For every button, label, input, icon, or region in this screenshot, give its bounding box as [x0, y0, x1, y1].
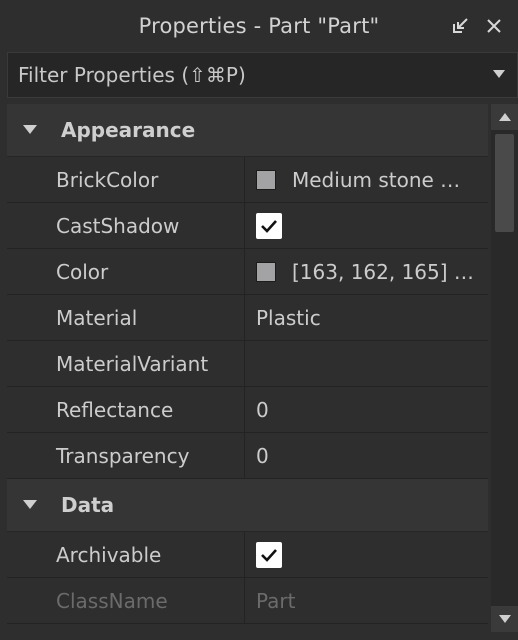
property-value[interactable] — [245, 532, 488, 577]
color-swatch[interactable] — [256, 261, 276, 282]
section-label: Appearance — [61, 118, 196, 142]
property-value-text: [163, 162, 165] … — [292, 259, 474, 284]
property-name: Material — [7, 295, 245, 340]
property-name: CastShadow — [7, 203, 245, 248]
property-value-text: Medium stone … — [292, 167, 461, 192]
collapse-triangle-icon[interactable] — [23, 500, 37, 510]
property-value[interactable] — [245, 203, 488, 248]
filter-properties-input[interactable]: Filter Properties (⇧⌘P) — [7, 52, 518, 98]
property-name: Color — [7, 249, 245, 294]
property-name: ClassName — [7, 578, 245, 623]
close-icon[interactable] — [484, 16, 504, 36]
property-row-brickcolor[interactable]: BrickColor Medium stone … — [7, 157, 488, 203]
section-data[interactable]: Data — [7, 479, 488, 532]
property-name: BrickColor — [7, 157, 245, 202]
color-swatch[interactable] — [256, 169, 276, 190]
vertical-scrollbar[interactable] — [491, 104, 518, 632]
scroll-up-button[interactable] — [491, 104, 518, 130]
property-row-classname: ClassName Part — [7, 578, 488, 624]
property-row-archivable[interactable]: Archivable — [7, 532, 488, 578]
filter-placeholder: Filter Properties (⇧⌘P) — [18, 63, 246, 87]
scrollbar-thumb[interactable] — [495, 134, 514, 232]
property-row-castshadow[interactable]: CastShadow — [7, 203, 488, 249]
property-grid: Appearance BrickColor Medium stone … Cas… — [7, 104, 488, 632]
property-row-materialvariant[interactable]: MaterialVariant — [7, 341, 488, 387]
section-appearance[interactable]: Appearance — [7, 104, 488, 157]
checkbox[interactable] — [256, 212, 282, 239]
checkmark-icon — [261, 219, 277, 233]
property-value[interactable]: Plastic — [245, 295, 488, 340]
title-bar: Properties - Part "Part" — [0, 0, 518, 52]
dropdown-caret-icon[interactable] — [493, 70, 505, 79]
section-label: Data — [61, 493, 115, 517]
property-value[interactable] — [245, 341, 488, 386]
undock-icon[interactable] — [450, 16, 470, 36]
property-row-material[interactable]: Material Plastic — [7, 295, 488, 341]
property-value[interactable]: 0 — [245, 433, 488, 478]
scroll-down-button[interactable] — [491, 606, 518, 632]
property-row-transparency[interactable]: Transparency 0 — [7, 433, 488, 479]
property-value[interactable]: 0 — [245, 387, 488, 432]
scroll-up-arrow-icon — [498, 113, 511, 121]
property-row-color[interactable]: Color [163, 162, 165] … — [7, 249, 488, 295]
property-name: Transparency — [7, 433, 245, 478]
window-title: Properties - Part "Part" — [138, 14, 380, 38]
property-name: MaterialVariant — [7, 341, 245, 386]
collapse-triangle-icon[interactable] — [23, 125, 37, 135]
checkmark-icon — [261, 548, 277, 562]
checkbox[interactable] — [256, 541, 282, 568]
property-name: Reflectance — [7, 387, 245, 432]
property-value[interactable]: Medium stone … — [245, 157, 488, 202]
property-row-reflectance[interactable]: Reflectance 0 — [7, 387, 488, 433]
property-name: Archivable — [7, 532, 245, 577]
scroll-down-arrow-icon — [498, 615, 511, 623]
property-value[interactable]: [163, 162, 165] … — [245, 249, 488, 294]
property-value: Part — [256, 588, 296, 613]
